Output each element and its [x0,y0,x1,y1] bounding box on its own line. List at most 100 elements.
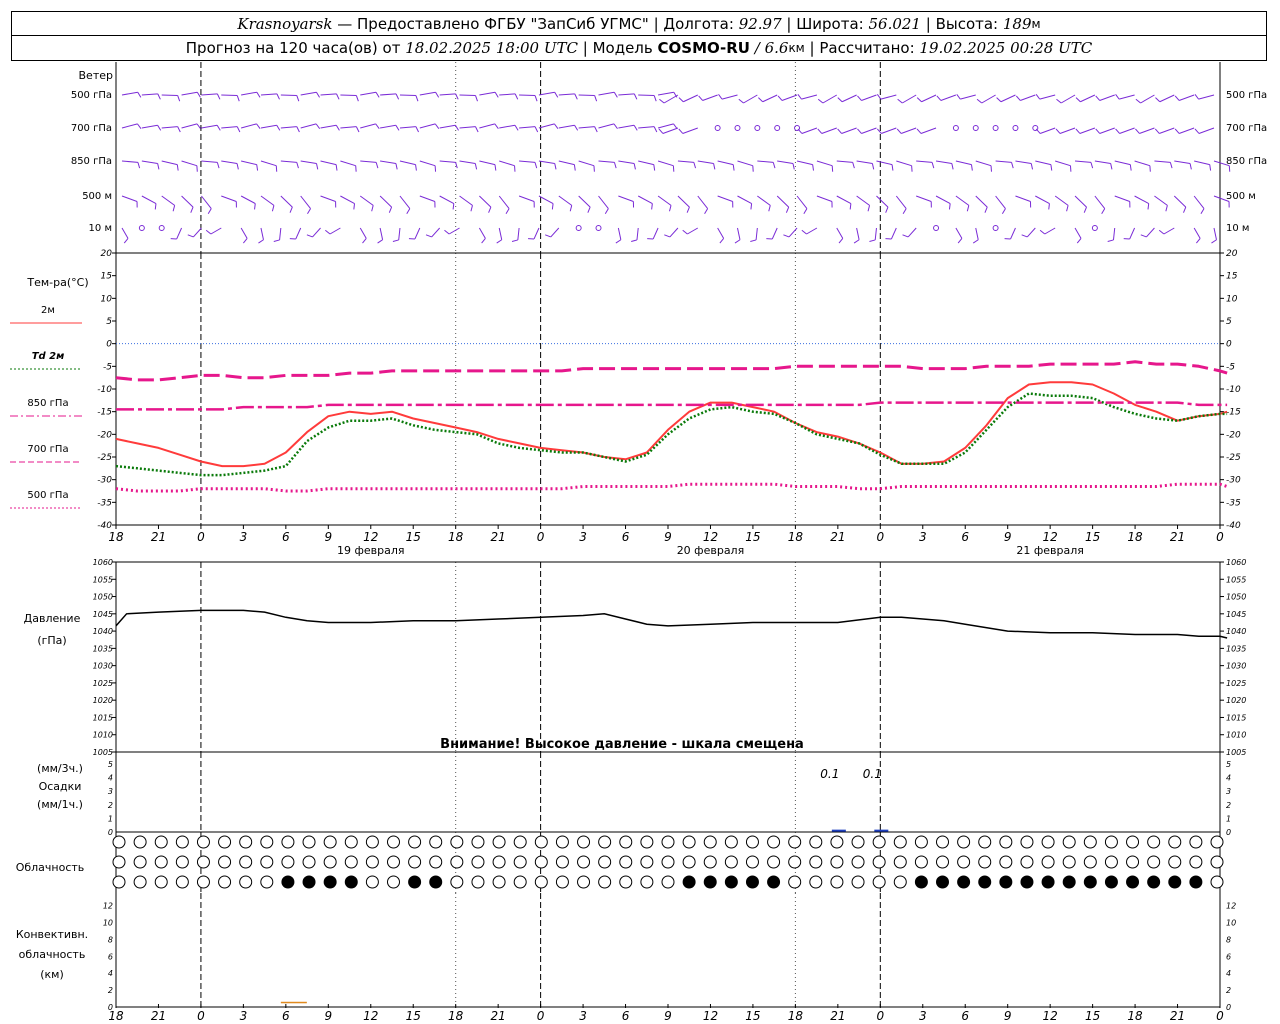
cloud-cover-symbol [1104,855,1118,869]
cloud-cover-symbol [492,875,506,889]
temp-tick-left: 5 [106,317,112,327]
wind-barb-feather [653,126,658,133]
cloud-cover-symbol [767,835,781,849]
wind-barb-shaft [399,195,411,209]
wind-barb-feather [1083,206,1087,213]
wind-barb-shaft [312,227,321,238]
cloud-cover-symbol [344,855,358,869]
pressure-tick-left: 1030 [93,662,113,671]
wind-barb-feather [719,238,725,244]
wind-barb-feather [849,203,852,210]
wind-barb-shaft [836,195,852,204]
cloud-cover-symbol [893,835,907,849]
bottom-hour-tick: 3 [240,1009,248,1023]
convective-unit: (км) [40,968,64,981]
cloud-cover-symbol [830,875,844,889]
precip-tick-left: 3 [108,787,113,796]
cloud-cover-symbol [703,875,717,889]
wind-barb-shaft [861,94,877,101]
cloud-cover-symbol [745,835,759,849]
wind-barb-shaft [755,227,758,240]
cloud-cover-symbol [154,875,168,889]
wind-barb-shaft [360,160,377,163]
wind-barb-shaft [841,127,857,134]
wind-barb-shaft [960,94,976,100]
wind-barb-feather [392,239,399,242]
temp-tick-left: -10 [97,385,112,395]
cloud-cover-symbol [260,855,274,869]
wind-barb-shaft [181,195,194,208]
wind-barb-shaft [856,227,860,240]
temp-title: Тем-ра(°С) [26,276,88,289]
wind-barb-feather [377,239,383,244]
wind-barb-shaft [479,160,496,166]
cloud-cover-symbol [936,855,949,869]
wind-barb-shaft [821,127,837,134]
wind-barb-shaft [1035,160,1052,166]
wind-barb-shaft [771,227,778,240]
cloud-cover-symbol [260,835,274,849]
wind-barb-shaft [499,160,515,167]
wind-barb-feather [494,164,497,171]
wind-barb-shaft [181,123,198,129]
cloud-cover-symbol [302,855,316,869]
wind-barb-feather [1209,164,1212,171]
temp-tick-left: -20 [97,430,112,440]
calm-wind-circle [138,225,145,231]
wind-barb-shaft [618,124,635,129]
cloud-cover-symbol [914,855,928,869]
wind-barb-feather [1075,128,1081,134]
wind-barb-feather [1115,128,1120,134]
wind-barb-feather [896,128,902,134]
wind-barb-shaft [340,126,357,129]
cloud-cover-symbol [471,855,485,869]
cloud-cover-symbol [112,835,126,849]
temp-tick-left: -30 [97,476,112,486]
cloud-cover-symbol [788,875,802,889]
wind-barb-feather [475,95,478,102]
wind-barb-shaft [459,94,476,97]
wind-barb-shaft [300,91,317,96]
convective-tick-left: 8 [108,935,113,944]
wind-barb-shaft [260,93,277,96]
cloud-cover-symbol [408,835,422,849]
wind-barb-shaft [896,160,912,167]
cloud-cover-symbol [450,875,464,889]
wind-barb-shaft [399,126,416,129]
wind-barb-shaft [578,94,595,97]
wind-barb-feather [496,239,503,244]
calm-wind-circle [1091,225,1098,231]
wind-barb-feather [534,95,538,102]
wind-barb-feather [1090,162,1094,169]
convective-tick-right: 8 [1226,935,1231,944]
cloud-cover-symbol [1062,875,1076,889]
bottom-hour-tick: 15 [745,1009,760,1023]
wind-barb-feather [435,91,440,98]
wind-barb-shaft [359,195,374,206]
wind-barb-feather [783,234,790,238]
cloud-cover-symbol [936,835,949,849]
cloud-cover-symbol [218,855,232,869]
temp-tick-right: -30 [1226,476,1241,486]
wind-barb-feather [956,94,961,100]
wind-barb-shaft [1154,195,1168,206]
wind-barb-feather [797,94,802,100]
wind-barb-shaft [677,195,690,208]
wind-barb-feather [157,124,162,131]
wind-barb-shaft [240,195,256,204]
wind-barb-shaft [221,160,238,164]
cloud-cover-symbol [1168,855,1182,869]
wind-barb-shaft [975,227,979,240]
bottom-hour-tick: 18 [1127,1009,1143,1023]
wind-barb-shaft [657,123,674,129]
wind-barb-feather [631,239,638,242]
temp-tick-right: -5 [1226,362,1235,372]
temp-hour-tick: 18 [788,530,804,544]
wind-level-label-right: 10 м [1226,223,1249,234]
cloud-cover-symbol [577,835,591,849]
wind-barb-shaft [419,160,436,167]
wind-barb-shaft [360,123,376,129]
wind-barb-feather [534,126,539,133]
wind-barb-feather [1055,128,1061,134]
bottom-hour-tick: 15 [1085,1009,1100,1023]
